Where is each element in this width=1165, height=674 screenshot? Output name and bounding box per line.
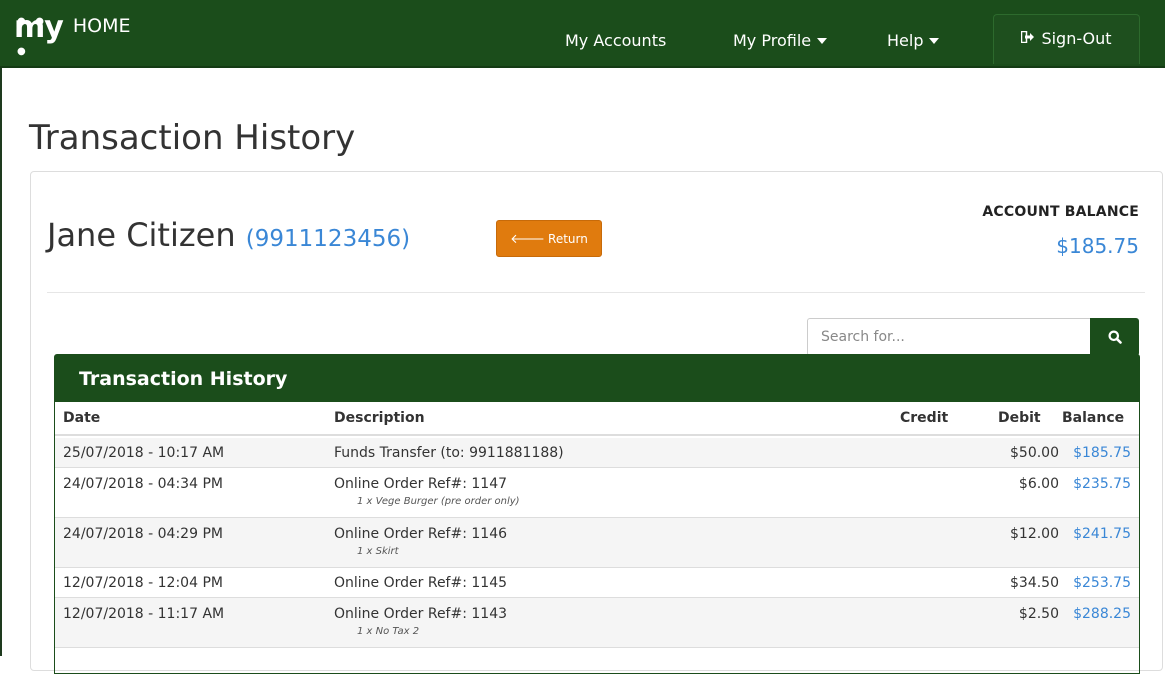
search-button[interactable] xyxy=(1090,318,1139,356)
transaction-table-panel: Transaction History Date Description Cre… xyxy=(54,354,1140,674)
row-balance-link[interactable]: $288.25 xyxy=(1073,606,1131,622)
table-row[interactable]: 12/07/2018 - 12:04 PM Online Order Ref#:… xyxy=(55,568,1139,598)
column-header-balance[interactable]: Balance xyxy=(1062,410,1124,426)
row-date: 12/07/2018 - 12:04 PM xyxy=(63,575,223,591)
account-balance-value: $185.75 xyxy=(1056,234,1139,258)
row-balance-link[interactable]: $235.75 xyxy=(1073,476,1131,492)
account-balance-label: ACCOUNT BALANCE xyxy=(982,204,1139,220)
row-balance-link[interactable]: $253.75 xyxy=(1073,575,1131,591)
nav-help-label: Help xyxy=(887,31,924,50)
account-holder-name: Jane Citizen xyxy=(47,216,236,254)
divider xyxy=(47,292,1145,293)
column-header-debit[interactable]: Debit xyxy=(998,410,1041,426)
row-debit: $50.00 xyxy=(1010,445,1059,461)
return-button[interactable]: 🡐 Return xyxy=(496,220,602,257)
row-date: 12/07/2018 - 11:17 AM xyxy=(63,606,225,622)
row-debit: $6.00 xyxy=(1018,476,1059,492)
column-header-date[interactable]: Date xyxy=(63,410,100,426)
row-debit: $12.00 xyxy=(1010,526,1059,542)
chevron-down-icon xyxy=(929,37,940,44)
row-description-detail: 1 x Skirt xyxy=(357,546,399,557)
brand-text: HOME xyxy=(72,15,131,37)
chevron-down-icon xyxy=(817,37,828,44)
row-balance-link[interactable]: $185.75 xyxy=(1073,445,1131,461)
nav-help[interactable]: Help xyxy=(887,31,940,50)
account-number: (9911123456) xyxy=(245,226,411,252)
row-description: Online Order Ref#: 1143 xyxy=(334,606,508,622)
top-navbar: ● ● ● my HOME My Accounts My Profile Help… xyxy=(0,0,1165,68)
row-description: Online Order Ref#: 1147 xyxy=(334,476,508,492)
row-debit: $2.50 xyxy=(1018,606,1059,622)
row-date: 25/07/2018 - 10:17 AM xyxy=(63,445,225,461)
column-header-credit[interactable]: Credit xyxy=(900,410,948,426)
table-row[interactable]: 25/07/2018 - 10:17 AM Funds Transfer (to… xyxy=(55,438,1139,468)
column-header-description[interactable]: Description xyxy=(334,410,425,426)
nav-my-profile[interactable]: My Profile xyxy=(733,31,828,50)
page-title: Transaction History xyxy=(29,118,356,158)
table-row[interactable]: 24/07/2018 - 04:29 PM Online Order Ref#:… xyxy=(55,518,1139,568)
row-description: Online Order Ref#: 1146 xyxy=(334,526,508,542)
table-row[interactable]: 12/07/2018 - 11:17 AM Online Order Ref#:… xyxy=(55,598,1139,648)
table-heading: Transaction History xyxy=(55,355,1139,402)
nav-my-accounts[interactable]: My Accounts xyxy=(565,31,666,50)
sign-out-icon xyxy=(1021,30,1035,47)
account-panel: Jane Citizen (9911123456) 🡐 Return ACCOU… xyxy=(30,171,1163,674)
nav-my-accounts-label: My Accounts xyxy=(565,31,667,50)
account-holder: Jane Citizen (9911123456) xyxy=(47,216,410,254)
search-input[interactable] xyxy=(807,318,1090,356)
row-description-detail: 1 x Vege Burger (pre order only) xyxy=(357,496,520,507)
search-icon xyxy=(1108,330,1122,344)
row-description: Online Order Ref#: 1145 xyxy=(334,575,508,591)
brand-logo: ● ● ● my xyxy=(14,10,64,58)
nav-my-profile-label: My Profile xyxy=(733,31,812,50)
arrow-left-icon: 🡐 xyxy=(510,231,546,247)
row-description: Funds Transfer (to: 9911881188) xyxy=(334,445,564,461)
row-date: 24/07/2018 - 04:29 PM xyxy=(63,526,223,542)
brand-home-link[interactable]: ● ● ● my HOME xyxy=(14,10,131,58)
row-balance-link[interactable]: $241.75 xyxy=(1073,526,1131,542)
return-label: Return xyxy=(548,231,588,246)
row-date: 24/07/2018 - 04:34 PM xyxy=(63,476,223,492)
row-description-detail: 1 x No Tax 2 xyxy=(357,626,420,637)
table-row[interactable]: 24/07/2018 - 04:34 PM Online Order Ref#:… xyxy=(55,468,1139,518)
row-debit: $34.50 xyxy=(1010,575,1059,591)
table-header-row: Date Description Credit Debit Balance xyxy=(55,402,1139,436)
sign-out-button[interactable]: Sign-Out xyxy=(993,14,1140,64)
sign-out-label: Sign-Out xyxy=(1041,29,1112,48)
